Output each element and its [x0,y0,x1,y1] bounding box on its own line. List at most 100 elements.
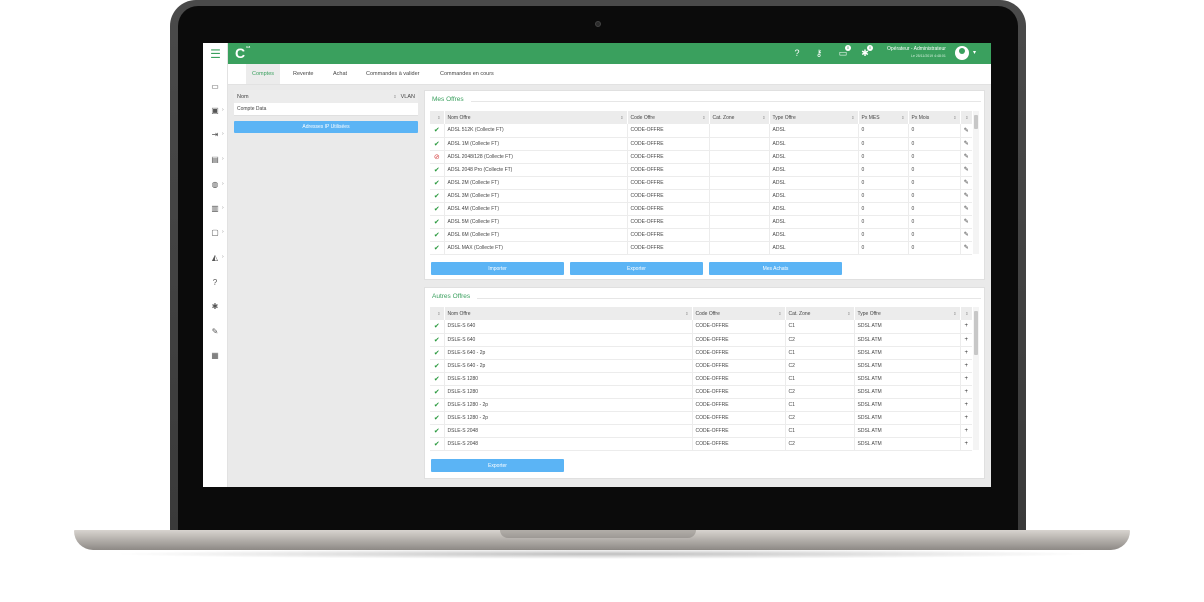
column-header-type-offre[interactable]: Type Offre ⇕ [769,111,859,124]
column-header-type-offre[interactable]: Type Offre ⇕ [854,307,961,320]
tab-revente[interactable]: Revente [287,64,320,84]
column-header-code-offre[interactable]: Code Offre ⇕ [627,111,710,124]
mes-offres-scrollbar[interactable] [973,111,979,254]
edit-pencil-icon[interactable]: ✎ [960,124,972,138]
sort-icon[interactable]: ⇕ [437,115,440,120]
area-chart-icon[interactable]: ◭ [208,250,222,264]
document-icon[interactable]: ▦ [208,348,222,362]
avatar[interactable] [955,46,969,60]
sort-icon[interactable]: ⇕ [778,311,781,316]
calendar-icon[interactable]: ▤ [208,152,222,166]
table-row[interactable]: ✔ ADSL 2M (Collecte FT) CODE-OFFRE ADSL 0 0 ✎ [430,176,972,190]
tab-commandes-a-valider[interactable]: Commandes à valider [360,64,426,84]
column-header-vlan[interactable]: VLAN [401,94,415,100]
table-row[interactable]: ✔ DSLE-S 2048 CODE-OFFRE C2 SDSL ATM + [430,437,972,451]
hamburger-menu-icon[interactable]: ☰ [203,43,228,64]
table-row[interactable]: ✔ ADSL 4M (Collecte FT) CODE-OFFRE ADSL 0 0 ✎ [430,202,972,216]
table-row[interactable]: ✔ DSLE-S 1280 CODE-OFFRE C2 SDSL ATM + [430,385,972,399]
table-row[interactable]: ⊘ ADSL 2048/128 (Collecte FT) CODE-OFFRE AD… [430,150,972,164]
edit-pencil-icon[interactable]: ✎ [960,189,972,203]
globe-icon[interactable]: ◍ [208,177,222,191]
add-plus-icon[interactable]: + [960,385,972,399]
add-plus-icon[interactable]: + [960,398,972,412]
exporter-autres-button[interactable]: Exporter [431,459,564,472]
pen-icon[interactable]: ✎ [208,324,222,338]
sort-icon[interactable]: ⇕ [847,311,850,316]
sort-icon[interactable]: ⇕ [685,311,688,316]
table-row[interactable]: ✔ ADSL 3M (Collecte FT) CODE-OFFRE ADSL 0 0 ✎ [430,189,972,203]
table-row[interactable]: ✔ DSLE-S 640 - 2p CODE-OFFRE C2 SDSL ATM + [430,359,972,373]
edit-pencil-icon[interactable]: ✎ [960,215,972,229]
table-row[interactable]: ✔ DSLE-S 640 CODE-OFFRE C2 SDSL ATM + [430,333,972,347]
table-row[interactable]: ✔ DSLE-S 1280 CODE-OFFRE C1 SDSL ATM + [430,372,972,386]
sort-icon[interactable]: ⇕ [620,115,623,120]
table-row[interactable]: ✔ ADSL 5M (Collecte FT) CODE-OFFRE ADSL 0 0 ✎ [430,215,972,229]
add-plus-icon[interactable]: + [960,346,972,360]
monitor-icon[interactable]: ▭ [208,79,222,93]
add-plus-icon[interactable]: + [960,372,972,386]
scrollbar-thumb[interactable] [974,115,978,129]
money-icon[interactable]: ▢ [208,225,222,239]
table-row[interactable]: Compte Data [234,103,418,116]
tab-achat[interactable]: Achat [327,64,353,84]
table-row[interactable]: ✔ DSLE-S 640 CODE-OFFRE C1 SDSL ATM + [430,320,972,334]
mes-achats-button[interactable]: Mes Achats [709,262,842,275]
key-icon[interactable]: ⚷ [813,47,825,59]
sort-icon[interactable]: ⇕ [702,115,705,120]
add-plus-icon[interactable]: + [960,437,972,451]
column-header-cat-zone[interactable]: Cat. Zone ⇕ [785,307,855,320]
sort-icon[interactable]: ⇕ [965,115,968,120]
table-row[interactable]: ✔ ADSL 6M (Collecte FT) CODE-OFFRE ADSL 0 0 ✎ [430,228,972,242]
exporter-button[interactable]: Exporter [570,262,703,275]
sort-icon[interactable]: ⇕ [393,94,396,99]
add-plus-icon[interactable]: + [960,359,972,373]
table-row[interactable]: ✔ ADSL MAX (Collecte FT) CODE-OFFRE ADSL 0 0 ✎ [430,241,972,255]
edit-pencil-icon[interactable]: ✎ [960,228,972,242]
add-plus-icon[interactable]: + [960,411,972,425]
app-logo[interactable]: C 3.8 [235,45,253,62]
tab-commandes-en-cours[interactable]: Commandes en cours [434,64,500,84]
column-header-code-offre[interactable]: Code Offre ⇕ [692,307,786,320]
sort-icon[interactable]: ⇕ [953,311,956,316]
sort-icon[interactable]: ⇕ [437,311,440,316]
help-icon[interactable]: ? [208,275,222,289]
gear-icon[interactable]: ✱ [208,299,222,313]
add-plus-icon[interactable]: + [960,333,972,347]
table-row[interactable]: ✔ DSLE-S 1280 - 2p CODE-OFFRE C1 SDSL ATM + [430,398,972,412]
column-header-nom-offre[interactable]: Nom Offre ⇕ [444,307,693,320]
table-row[interactable]: ✔ DSLE-S 640 - 2p CODE-OFFRE C1 SDSL ATM + [430,346,972,360]
table-row[interactable]: ✔ ADSL 2048 Pro (Collecte FT) CODE-OFFRE AD… [430,163,972,177]
column-header-px-mois[interactable]: Px Mois ⇕ [908,111,961,124]
contacts-icon[interactable]: ▣ [208,103,222,117]
login-icon[interactable]: ⇥ [208,127,222,141]
importer-button[interactable]: Importer [431,262,564,275]
adresses-ip-button[interactable]: Adresses IP Utilisées [234,121,418,133]
sort-icon[interactable]: ⇕ [901,115,904,120]
edit-pencil-icon[interactable]: ✎ [960,176,972,190]
sort-icon[interactable]: ⇕ [953,115,956,120]
edit-pencil-icon[interactable]: ✎ [960,202,972,216]
edit-pencil-icon[interactable]: ✎ [960,241,972,255]
column-header-px-mes[interactable]: Px MES ⇕ [858,111,909,124]
table-row[interactable]: ✔ DSLE-S 1280 - 2p CODE-OFFRE C2 SDSL ATM + [430,411,972,425]
sort-icon[interactable]: ⇕ [762,115,765,120]
scrollbar-thumb[interactable] [974,311,978,355]
table-row[interactable]: ✔ ADSL 512K (Collecte FT) CODE-OFFRE ADSL 0 0… [430,124,972,138]
caret-down-icon[interactable]: ▾ [973,49,976,56]
tab-comptes[interactable]: Comptes [246,64,281,84]
bar-chart-icon[interactable]: ▥ [208,201,222,215]
autres-offres-scrollbar[interactable] [973,307,979,450]
column-header-cat-zone[interactable]: Cat. Zone ⇕ [709,111,770,124]
column-header-nom[interactable]: Nom [237,94,393,100]
sort-icon[interactable]: ⇕ [851,115,854,120]
add-plus-icon[interactable]: + [960,424,972,438]
add-plus-icon[interactable]: + [960,320,972,334]
table-row[interactable]: ✔ ADSL 1M (Collecte FT) CODE-OFFRE ADSL 0 0 ✎ [430,137,972,151]
edit-pencil-icon[interactable]: ✎ [960,163,972,177]
edit-pencil-icon[interactable]: ✎ [960,137,972,151]
table-row[interactable]: ✔ DSLE-S 2048 CODE-OFFRE C1 SDSL ATM + [430,424,972,438]
edit-pencil-icon[interactable]: ✎ [960,150,972,164]
sort-icon[interactable]: ⇕ [965,311,968,316]
help-icon[interactable]: ? [791,47,803,59]
column-header-nom-offre[interactable]: Nom Offre ⇕ [444,111,628,124]
